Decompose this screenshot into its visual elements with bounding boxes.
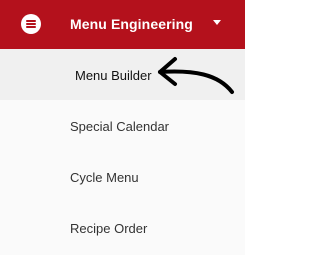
menu-item-label: Recipe Order [70, 221, 148, 236]
menu-item-cycle-menu[interactable]: Cycle Menu [0, 151, 245, 202]
menu-item-special-calendar[interactable]: Special Calendar [0, 100, 245, 151]
menu-item-label: Cycle Menu [70, 170, 139, 185]
header-title: Menu Engineering [70, 16, 193, 32]
menu-item-label: Menu Builder [75, 68, 152, 83]
side-menu: Menu Engineering Menu Builder Special Ca… [0, 0, 245, 255]
menu-engineering-header[interactable]: Menu Engineering [0, 0, 245, 49]
caret-down-icon[interactable] [213, 20, 221, 25]
menu-item-menu-builder[interactable]: Menu Builder [0, 49, 245, 100]
hamburger-menu-icon[interactable] [21, 14, 41, 34]
menu-item-recipe-order[interactable]: Recipe Order [0, 202, 245, 253]
menu-item-label: Special Calendar [70, 119, 170, 134]
